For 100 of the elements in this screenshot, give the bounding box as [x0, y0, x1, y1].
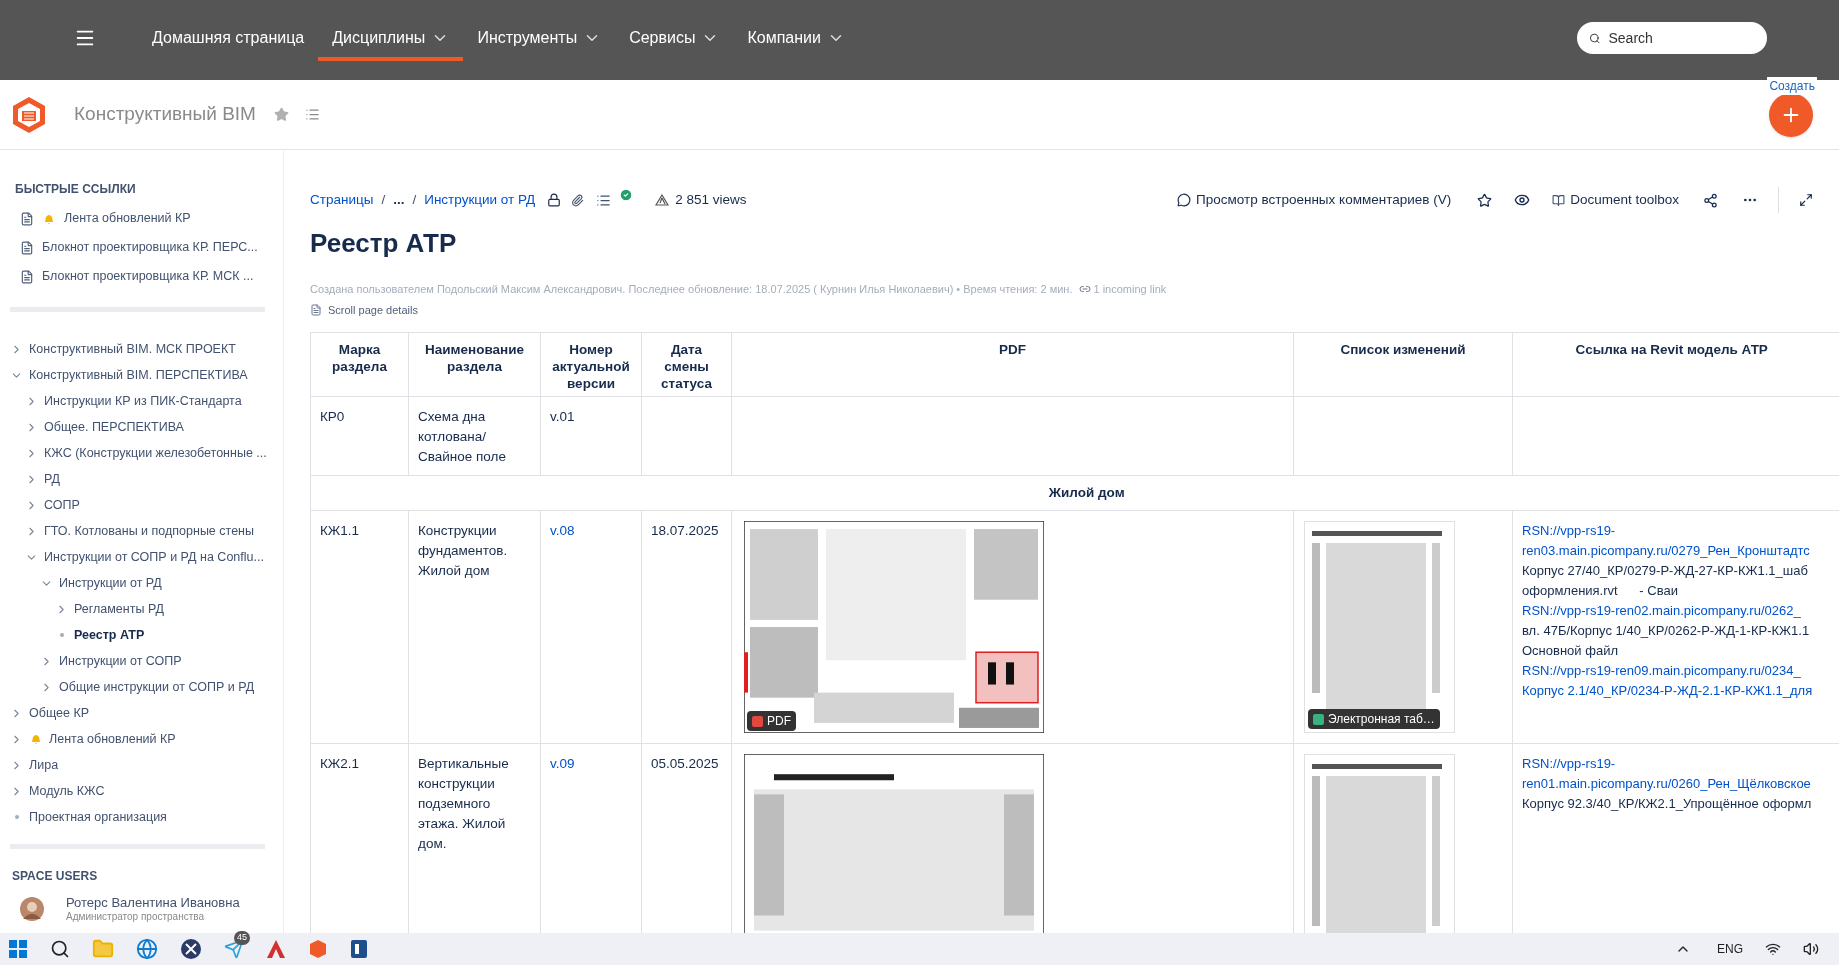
comment-icon [1177, 193, 1192, 207]
column-header: Номер актуальной версии [540, 332, 642, 397]
tree-item[interactable]: РД [44, 469, 60, 489]
table-cell-text: вл. 47Б/Корпус 1/40_КР/0262-Р-ЖД-1-КР-КЖ1.1 [1522, 622, 1811, 640]
nav-tab[interactable]: Дисциплины [318, 15, 464, 61]
check-icon [619, 188, 634, 202]
app-icon[interactable] [350, 939, 368, 959]
create-button[interactable] [1769, 92, 1813, 137]
search-icon[interactable] [50, 939, 70, 959]
column-header: Наименование раздела [408, 332, 541, 397]
page-meta: Создана пользователем Подольский Максим Александрович. Последнее обновление: 18.07.2025 ( Курнин Илья Николаевич) • Время чтения: 2 мин. [310, 282, 1073, 297]
nav-tab[interactable]: Сервисы [615, 15, 734, 61]
toolbox-icon [1552, 193, 1566, 207]
column-header: Ссылка на Revit модель АТР [1512, 332, 1839, 397]
expand-icon[interactable] [1799, 193, 1813, 207]
list-icon[interactable] [304, 107, 320, 122]
logo-icon [10, 94, 48, 135]
tree-item[interactable]: КЖС (Конструкции железобетонные ... [44, 443, 267, 463]
nav-tab[interactable]: Инструменты [463, 15, 616, 61]
breadcrumb-separator: / [381, 190, 386, 209]
page-icon [20, 269, 34, 284]
watch-icon[interactable] [1514, 192, 1531, 208]
nav-tab[interactable]: Компании [733, 15, 859, 61]
model-link[interactable]: RSN://vpp-rs19-ren02.main.picompany.ru/0262_ [1522, 601, 1839, 621]
table-cell: 18.07.2025 [651, 523, 719, 538]
star-icon[interactable] [1477, 192, 1493, 208]
details-icon [310, 303, 322, 316]
tree-item[interactable]: Общие инструкции от СОПР и РД [59, 677, 255, 697]
browser-icon[interactable] [136, 938, 158, 960]
quick-link[interactable]: Лента обновлений КР [64, 209, 191, 228]
network-icon[interactable] [1765, 941, 1781, 957]
column-header: Марка раздела [310, 332, 409, 397]
table-cell: Конструкции фундаментов. Жилой дом [408, 510, 541, 744]
windows-icon[interactable] [8, 939, 28, 959]
tree-item[interactable]: Конструктивный BIM. ПЕРСПЕКТИВА [29, 365, 248, 385]
table-cell: КР0 [310, 396, 409, 476]
language-indicator[interactable]: ENG [1717, 940, 1743, 958]
tree-item[interactable]: Проектная организация [29, 807, 167, 827]
quick-link[interactable]: Блокнот проектировщика КР. МСК ... [42, 267, 254, 286]
model-link[interactable]: ren01.main.picompany.ru/0260_Рен_Щёлковское [1522, 774, 1839, 794]
table-cell: КЖ1.1 [310, 510, 409, 744]
table-cell-text: Корпус 92.3/40_КР/КЖ2.1_Упрощённое оформл [1522, 795, 1813, 813]
model-link[interactable]: RSN://vpp-rs19- [1522, 754, 1839, 774]
model-link[interactable]: ren03.main.picompany.ru/0279_Рен_Кронштадтс [1522, 541, 1839, 561]
tree-item[interactable]: СОПР [44, 495, 80, 515]
user-name[interactable]: Ротерс Валентина Ивановна [66, 895, 240, 912]
tree-item[interactable]: Конструктивный BIM. МСК ПРОЕКТ [29, 339, 236, 359]
column-header: Список изменений [1293, 332, 1513, 397]
app-icon[interactable] [180, 938, 202, 960]
file-type-badge[interactable]: Электронная таб… [1308, 709, 1440, 729]
tree-item[interactable]: Инструкции от СОПР и РД на Conflu... [44, 547, 264, 567]
search-icon [1589, 31, 1601, 45]
tree-item[interactable]: Лира [29, 755, 59, 775]
tree-item[interactable]: Инструкции от СОПР [59, 651, 182, 671]
breadcrumb-link[interactable]: ... [393, 189, 405, 211]
tree-item[interactable]: Лента обновлений КР [49, 729, 176, 749]
star-icon[interactable] [273, 107, 289, 122]
file-type-badge[interactable]: PDF [747, 711, 796, 731]
model-link[interactable]: RSN://vpp-rs19- [1522, 521, 1839, 541]
breadcrumb-separator: / [412, 190, 417, 209]
tree-item[interactable]: Модуль КЖС [29, 781, 105, 801]
table-cell-text: Основной файл [1522, 642, 1619, 660]
avatar-icon [20, 897, 44, 922]
version-link[interactable]: v.09 [550, 756, 575, 771]
tree-item[interactable]: Регламенты РД [74, 599, 164, 619]
user-role: Администратор пространства [66, 911, 206, 924]
tree-item[interactable]: Общее. ПЕРСПЕКТИВА [44, 417, 184, 437]
tree-item[interactable]: Общее КР [29, 703, 90, 723]
group-header: Жилой дом [310, 475, 1839, 511]
bell-icon [29, 732, 43, 746]
table-cell-text: оформления.rvt - Сваи [1522, 582, 1679, 600]
nav-tab[interactable]: Домашняя страница [138, 15, 319, 61]
section-title: SPACE USERS [11, 868, 99, 885]
views-count: 2 851 views [675, 190, 747, 209]
quick-link[interactable]: Блокнот проектировщика КР. ПЕРС... [42, 238, 258, 257]
version-link[interactable]: v.08 [550, 523, 575, 538]
page-icon [20, 211, 34, 226]
comments-button[interactable]: Просмотр встроенных комментариев (V) [1196, 189, 1452, 211]
search-input[interactable]: Search [1608, 27, 1755, 49]
breadcrumb-link[interactable]: Инструкции от РД [424, 189, 536, 211]
search-field[interactable]: Search [1577, 22, 1767, 54]
tree-item[interactable]: Инструкции от РД [59, 573, 162, 593]
breadcrumb-link[interactable]: Страницы [310, 189, 374, 211]
column-header: PDF [731, 332, 1294, 397]
lock-icon[interactable] [547, 193, 562, 207]
views-icon [655, 194, 670, 206]
share-icon[interactable] [1703, 192, 1718, 208]
model-link[interactable]: Корпус 2.1/40_КР/0234-Р-ЖД-2.1-КР-КЖ1.1_для [1522, 681, 1839, 701]
paperclip-icon[interactable] [571, 193, 585, 207]
volume-icon[interactable] [1803, 941, 1819, 957]
toolbox-button[interactable]: Document toolbox [1570, 189, 1679, 211]
column-header: Дата смены статуса [641, 332, 732, 397]
scroll-details-link[interactable]: Scroll page details [328, 301, 418, 318]
telegram-icon[interactable] [224, 939, 244, 959]
tree-item[interactable]: ГТО. Котлованы и подпорные стены [44, 521, 254, 541]
tree-item[interactable]: Инструкции КР из ПИК-Стандарта [44, 391, 242, 411]
tree-item[interactable]: Реестр АТР [74, 625, 145, 645]
page-icon [20, 240, 34, 255]
table-cell: v.01 [550, 409, 575, 424]
model-link[interactable]: RSN://vpp-rs19-ren09.main.picompany.ru/0234_ [1522, 661, 1839, 681]
